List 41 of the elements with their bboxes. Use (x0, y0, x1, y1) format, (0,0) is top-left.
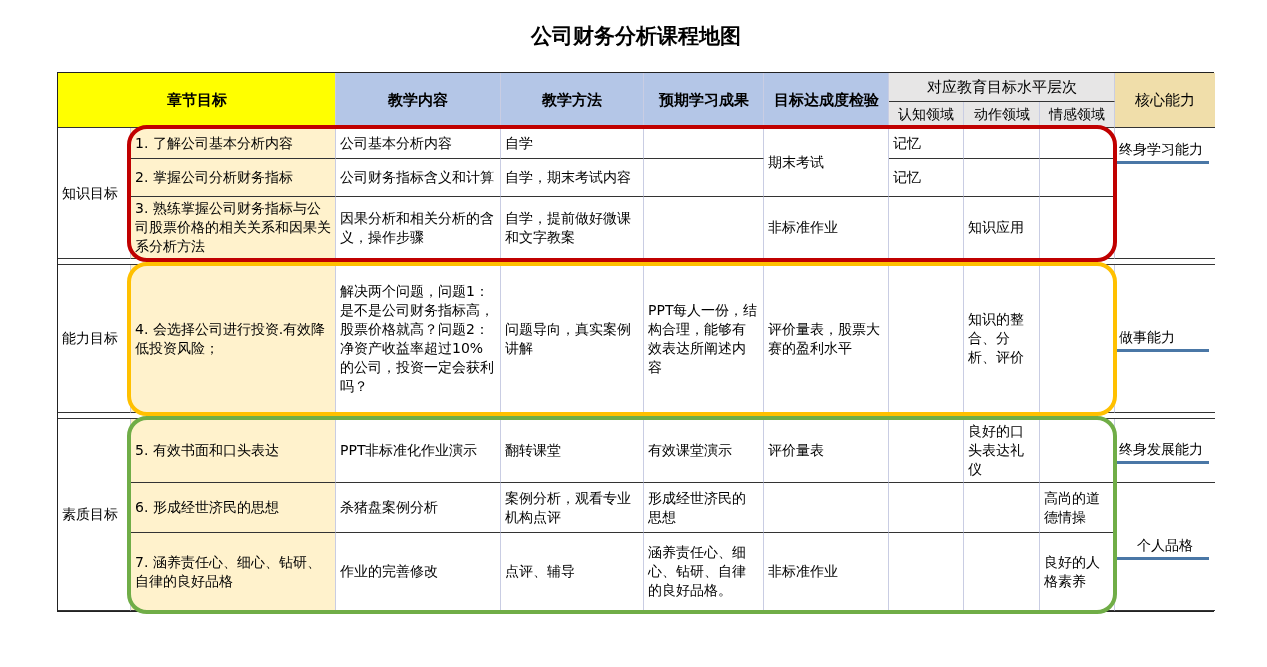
table-cell: 公司基本分析内容 (336, 128, 501, 159)
category-cell: 知识目标 (58, 128, 131, 259)
column-header: 对应教育目标水平层次 (889, 73, 1115, 102)
column-header: 教学内容 (336, 73, 501, 128)
page-title: 公司财务分析课程地图 (529, 23, 742, 50)
column-header: 预期学习成果 (644, 73, 764, 128)
core-ability: 终身学习能力 (1118, 140, 1204, 159)
column-header: 情感领域 (1040, 102, 1115, 128)
table-cell: 翻转课堂 (501, 419, 644, 483)
column-header: 核心能力 (1115, 73, 1215, 128)
table-cell: PPT非标准化作业演示 (336, 419, 501, 483)
category-cell: 能力目标 (58, 265, 131, 413)
table-cell: 3. 熟练掌握公司财务指标与公司股票价格的相关关系和因果关系分析方法 (131, 197, 336, 259)
table-cell: 7. 涵养责任心、细心、钻研、自律的良好品格 (131, 533, 336, 611)
table-cell: 5. 有效书面和口头表达 (131, 419, 336, 483)
table-cell: 记忆 (889, 159, 964, 197)
table-cell: 期末考试 (764, 128, 889, 197)
table-cell: 涵养责任心、细心、钻研、自律的良好品格。 (644, 533, 764, 611)
category-cell: 素质目标 (58, 419, 131, 611)
table-cell: 自学，期末考试内容 (501, 159, 644, 197)
column-header: 认知领域 (889, 102, 964, 128)
column-header: 动作领域 (964, 102, 1040, 128)
table-cell: 杀猪盘案例分析 (336, 483, 501, 533)
table-cell: 2. 掌握公司分析财务指标 (131, 159, 336, 197)
table-cell: 6. 形成经世济民的思想 (131, 483, 336, 533)
column-header: 教学方法 (501, 73, 644, 128)
table-cell: 自学 (501, 128, 644, 159)
table-cell: 公司财务指标含义和计算 (336, 159, 501, 197)
table-cell: 评价量表 (764, 419, 889, 483)
core-ability: 终身发展能力 (1118, 439, 1204, 459)
table-cell: 良好的口头表达礼仪 (964, 419, 1040, 483)
table-cell: 案例分析，观看专业机构点评 (501, 483, 644, 533)
table-cell: 记忆 (889, 128, 964, 159)
column-header: 目标达成度检验 (764, 73, 889, 128)
core-ability: 做事能力 (1118, 327, 1176, 347)
column-header: 章节目标 (58, 73, 336, 128)
table-cell: 4. 会选择公司进行投资.有效降低投资风险； (131, 265, 336, 413)
core-ability: 个人品格 (1136, 535, 1194, 555)
table-cell: 1. 了解公司基本分析内容 (131, 128, 336, 159)
table-cell: 有效课堂演示 (644, 419, 764, 483)
table-cell: 形成经世济民的思想 (644, 483, 764, 533)
